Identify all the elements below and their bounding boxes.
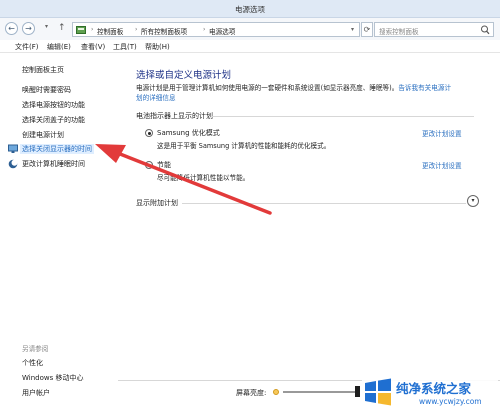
search-input[interactable]: 搜索控制面板	[379, 26, 419, 36]
sleep-moon-icon	[8, 159, 18, 169]
navigation-bar: ← → ▾ ↑ › 控制面板 › 所有控制面板项 › 电源选项 ▾ ⟳ 搜索控制…	[0, 18, 500, 40]
title-bar: 电源选项	[0, 0, 500, 18]
sidebar-item-create-plan[interactable]: 创建电源计划	[22, 130, 64, 140]
change-plan-settings-link[interactable]: 更改计划设置	[422, 160, 462, 170]
battery-plans-heading: 电池指示器上显示的计划	[136, 112, 213, 120]
menu-view[interactable]: 查看(V)	[81, 42, 105, 52]
window-title: 电源选项	[235, 5, 265, 14]
menu-tools[interactable]: 工具(T)	[113, 42, 137, 52]
menu-bar: 文件(F) 编辑(E) 查看(V) 工具(T) 帮助(H)	[0, 40, 500, 53]
change-plan-settings-link[interactable]: 更改计划设置	[422, 128, 462, 138]
breadcrumb-item-all-items[interactable]: 所有控制面板项	[141, 26, 187, 36]
address-bar[interactable]: › 控制面板 › 所有控制面板项 › 电源选项 ▾	[72, 22, 360, 37]
help-link[interactable]: 告诉我有关电源计	[398, 84, 451, 92]
breadcrumb-separator: ›	[91, 26, 94, 33]
see-also-mobility-center[interactable]: Windows 移动中心	[22, 373, 83, 383]
see-also-user-accounts[interactable]: 用户帐户	[22, 388, 50, 398]
control-panel-icon	[76, 26, 86, 34]
refresh-button[interactable]: ⟳	[361, 22, 373, 37]
plan-desc-power-saver: 尽可能降低计算机性能以节能。	[157, 174, 250, 182]
plan-name-power-saver[interactable]: 节能	[157, 160, 171, 170]
display-icon	[8, 144, 18, 153]
brightness-label: 屏幕亮度:	[236, 389, 267, 397]
recent-pages-dropdown[interactable]: ▾	[45, 23, 48, 30]
plan-radio-power-saver[interactable]	[145, 161, 153, 169]
sidebar-item-wake-password[interactable]: 唤醒时需要密码	[22, 85, 71, 95]
breadcrumb-separator: ›	[203, 26, 206, 33]
sidebar-item-display-off-time[interactable]: 选择关闭显示器的时间	[20, 144, 94, 154]
watermark-title: 纯净系统之家	[396, 381, 472, 396]
section-divider	[182, 203, 466, 204]
menu-edit[interactable]: 编辑(E)	[47, 42, 71, 52]
watermark-url: www.ycwjzy.com	[419, 397, 482, 406]
watermark-logo-icon	[365, 378, 391, 406]
expand-chevron-icon[interactable]: ▾	[467, 195, 479, 207]
forward-button[interactable]: →	[22, 22, 35, 35]
sidebar-item-power-button[interactable]: 选择电源按钮的功能	[22, 100, 85, 110]
breadcrumb-separator: ›	[135, 26, 138, 33]
brightness-slider[interactable]	[283, 391, 358, 393]
menu-file[interactable]: 文件(F)	[15, 42, 39, 52]
sidebar-item-lid-close[interactable]: 选择关闭盖子的功能	[22, 115, 85, 125]
main-panel: 选择或自定义电源计划 电源计划是用于管理计算机如何使用电源的一套硬件和系统设置(…	[128, 53, 500, 412]
plan-name-samsung[interactable]: Samsung 优化模式	[157, 128, 220, 138]
see-also-heading: 另请参阅	[22, 345, 49, 353]
plan-desc-samsung: 这是用于平衡 Samsung 计算机的性能和能耗的优化模式。	[157, 142, 331, 150]
search-box[interactable]: 搜索控制面板	[374, 22, 494, 37]
brightness-slider-thumb[interactable]	[355, 386, 360, 397]
breadcrumb-item-power-options[interactable]: 电源选项	[209, 26, 235, 36]
menu-help[interactable]: 帮助(H)	[145, 42, 170, 52]
sidebar-item-sleep-time[interactable]: 更改计算机睡眠时间	[22, 159, 85, 169]
help-link-continued[interactable]: 划的详细信息	[136, 94, 176, 102]
page-description: 电源计划是用于管理计算机如何使用电源的一套硬件和系统设置(如显示器亮度、睡眠等)…	[136, 83, 486, 103]
breadcrumb-item-control-panel[interactable]: 控制面板	[97, 26, 123, 36]
see-also-personalization[interactable]: 个性化	[22, 358, 43, 368]
sidebar: 控制面板主页 唤醒时需要密码 选择电源按钮的功能 选择关闭盖子的功能 创建电源计…	[0, 53, 118, 412]
plan-radio-samsung[interactable]	[145, 129, 153, 137]
watermark: 纯净系统之家 www.ycwjzy.com	[362, 372, 498, 410]
back-button[interactable]: ←	[5, 22, 18, 35]
section-divider	[212, 116, 474, 117]
sidebar-home-link[interactable]: 控制面板主页	[22, 65, 64, 75]
brightness-sun-icon	[273, 389, 279, 395]
address-dropdown-icon[interactable]: ▾	[351, 26, 354, 33]
show-additional-plans-label[interactable]: 显示附加计划	[136, 198, 178, 208]
search-icon[interactable]	[480, 24, 490, 36]
description-text: 电源计划是用于管理计算机如何使用电源的一套硬件和系统设置(如显示器亮度、睡眠等)…	[136, 84, 399, 92]
up-button[interactable]: ↑	[58, 22, 68, 35]
page-title: 选择或自定义电源计划	[136, 70, 232, 81]
